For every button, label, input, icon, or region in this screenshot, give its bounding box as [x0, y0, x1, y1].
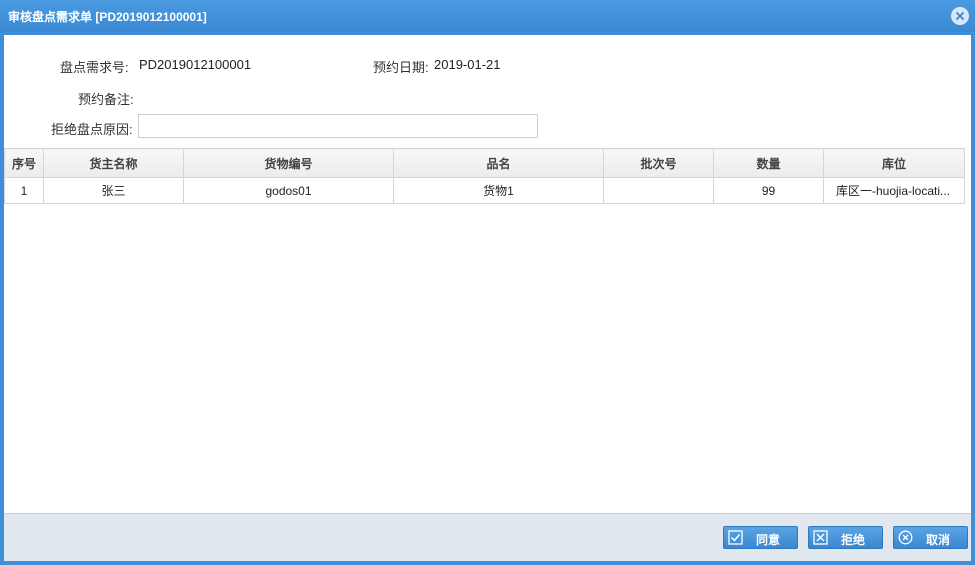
dialog-titlebar: 审核盘点需求单 [PD2019012100001]	[0, 0, 975, 32]
dialog-footer: 同意 拒绝 取消	[4, 513, 971, 561]
dialog-body: 盘点需求号: PD2019012100001 预约日期: 2019-01-21 …	[4, 35, 971, 513]
dialog-title: 审核盘点需求单 [PD2019012100001]	[8, 10, 207, 24]
col-header-owner[interactable]: 货主名称	[43, 148, 184, 178]
close-icon[interactable]	[951, 7, 969, 25]
checkbox-x-icon	[813, 530, 828, 545]
circle-x-icon	[898, 530, 913, 545]
reject-button[interactable]: 拒绝	[808, 526, 883, 549]
cell-owner: 张三	[43, 177, 184, 204]
checkbox-check-icon	[728, 530, 743, 545]
date-value: 2019-01-21	[434, 57, 501, 72]
col-header-goods-name[interactable]: 品名	[393, 148, 604, 178]
col-header-goods-code[interactable]: 货物编号	[183, 148, 394, 178]
col-header-index[interactable]: 序号	[4, 148, 44, 178]
cell-goods-code: godos01	[183, 177, 394, 204]
reject-reason-input[interactable]	[138, 114, 538, 138]
grid-header-row: 序号 货主名称 货物编号 品名 批次号 数量 库位	[4, 148, 965, 178]
audit-dialog: 审核盘点需求单 [PD2019012100001] 盘点需求号: PD20190…	[0, 0, 975, 565]
cell-quantity: 99	[713, 177, 824, 204]
reject-reason-label: 拒绝盘点原因:	[51, 122, 133, 137]
cell-location: 库区一-huojia-locati...	[823, 177, 965, 204]
remark-label: 预约备注:	[78, 92, 134, 107]
order-no-label: 盘点需求号:	[60, 60, 129, 75]
col-header-batch[interactable]: 批次号	[603, 148, 714, 178]
col-header-location[interactable]: 库位	[823, 148, 965, 178]
cancel-label: 取消	[926, 533, 951, 547]
cell-goods-name: 货物1	[393, 177, 604, 204]
date-label: 预约日期:	[373, 60, 429, 75]
cell-batch	[603, 177, 714, 204]
cell-index: 1	[4, 177, 44, 204]
agree-label: 同意	[756, 533, 781, 547]
detail-grid: 序号 货主名称 货物编号 品名 批次号 数量 库位 1 张三 godos01 货	[4, 148, 965, 204]
table-row[interactable]: 1 张三 godos01 货物1 99 库区一-huojia-locati...	[4, 177, 965, 204]
col-header-quantity[interactable]: 数量	[713, 148, 824, 178]
agree-button[interactable]: 同意	[723, 526, 798, 549]
cancel-button[interactable]: 取消	[893, 526, 968, 549]
order-no-value: PD2019012100001	[139, 57, 252, 72]
reject-label: 拒绝	[841, 533, 866, 547]
